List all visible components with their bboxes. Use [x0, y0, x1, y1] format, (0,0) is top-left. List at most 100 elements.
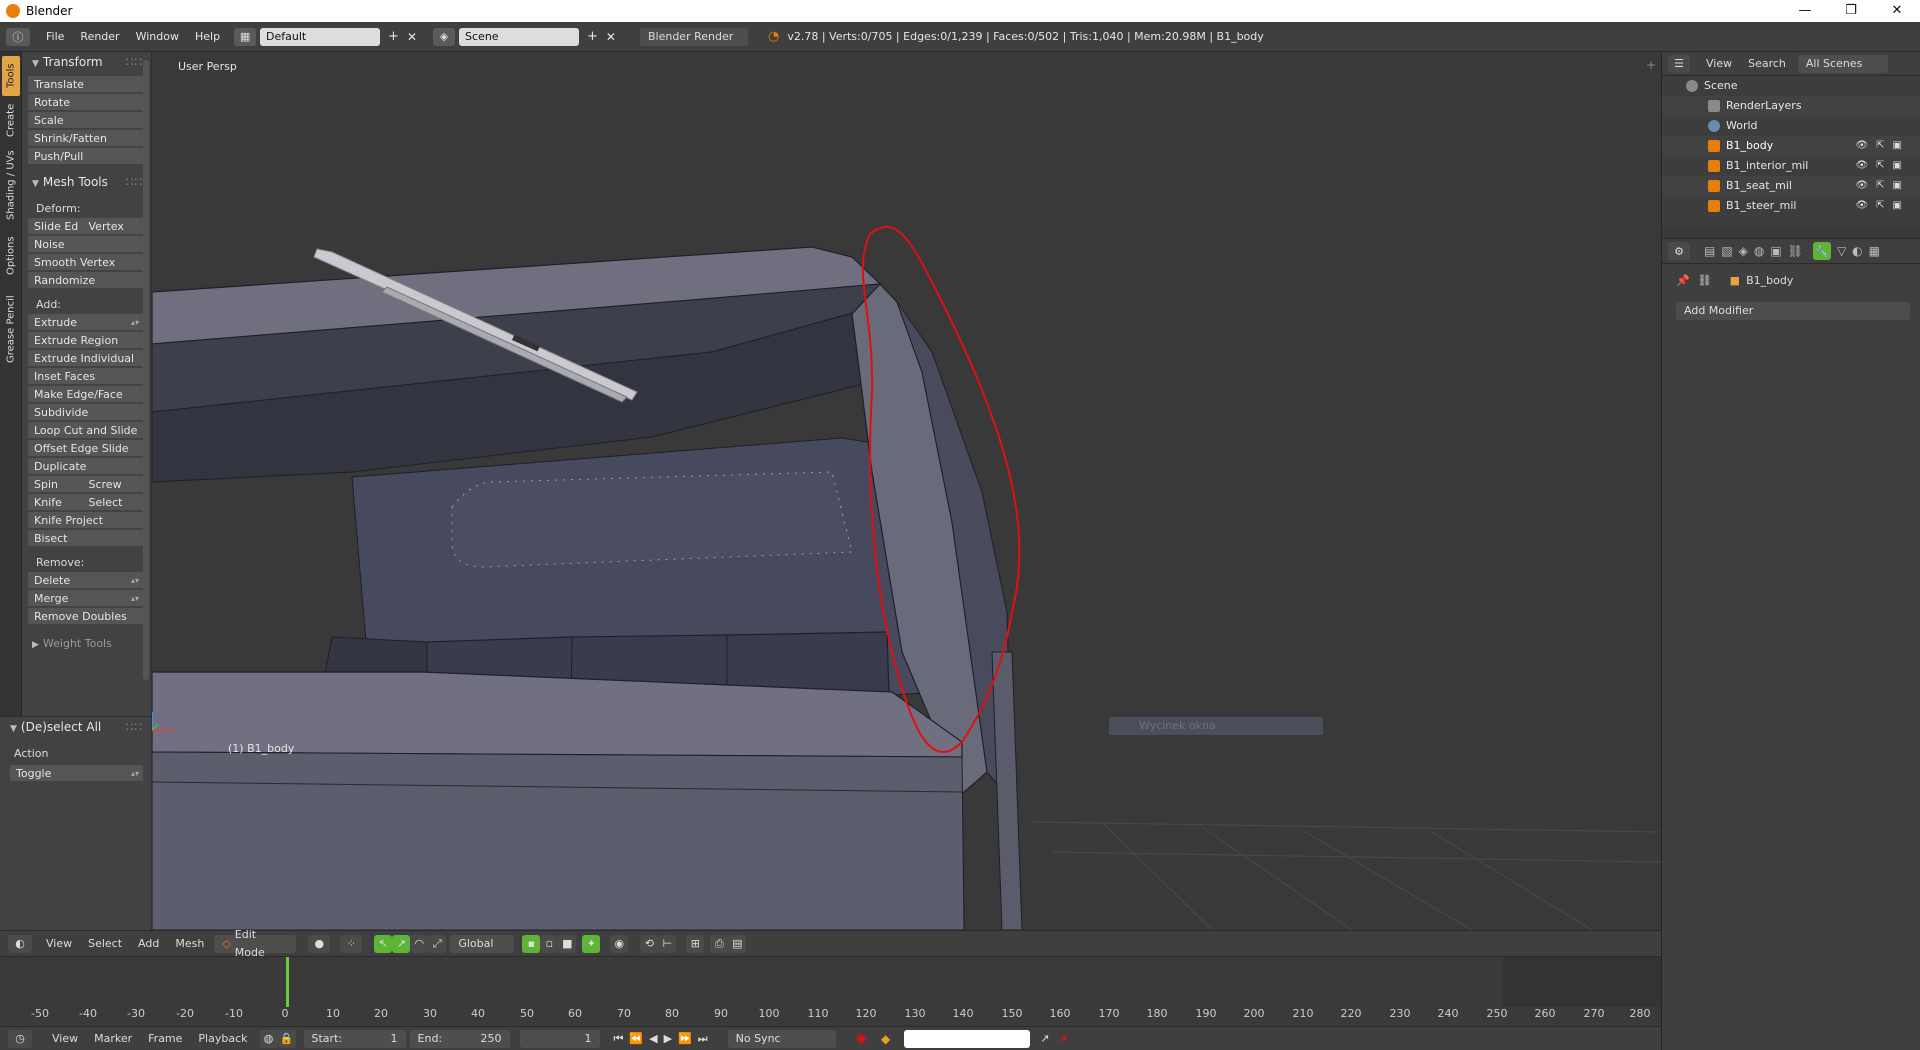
- snap-element-icon[interactable]: ⊢: [658, 934, 677, 953]
- rotate-manipulator-icon[interactable]: ◠: [410, 934, 429, 953]
- outliner-editor-icon[interactable]: ☰: [1668, 54, 1690, 73]
- menu-window[interactable]: Window: [128, 22, 187, 52]
- sync-mode-select[interactable]: No Sync: [727, 1029, 836, 1048]
- slide-edge-button[interactable]: Slide Ed: [34, 218, 89, 234]
- menu-mesh[interactable]: Mesh: [167, 929, 212, 959]
- tab-tools[interactable]: Tools: [2, 56, 20, 96]
- keyframe-icon[interactable]: ◆: [881, 1032, 890, 1046]
- menu-help[interactable]: Help: [187, 22, 228, 52]
- extrude-individual-button[interactable]: Extrude Individual: [28, 350, 143, 368]
- visibility-toggles[interactable]: 👁⇱▣: [1855, 176, 1910, 196]
- outliner-row-scene[interactable]: Scene: [1662, 76, 1920, 96]
- add-layout-icon[interactable]: +: [388, 29, 399, 44]
- maximize-button[interactable]: ❐: [1828, 0, 1874, 22]
- 3d-viewport[interactable]: User Persp (1) B1_body Wycinek okna +: [152, 52, 1662, 930]
- start-frame-field[interactable]: Start: 1: [303, 1029, 406, 1048]
- outliner-row-b1-interior[interactable]: B1_interior_mil 👁⇱▣: [1662, 156, 1920, 176]
- tab-options[interactable]: Options: [2, 228, 20, 284]
- edge-select-icon[interactable]: ▫: [540, 934, 559, 953]
- knife-select-button[interactable]: Select: [89, 494, 144, 510]
- screen-layout-icon[interactable]: ▦: [234, 27, 257, 46]
- outliner-row-renderlayers[interactable]: RenderLayers: [1662, 96, 1920, 116]
- proportional-edit-icon[interactable]: ◉: [610, 934, 629, 953]
- inset-faces-button[interactable]: Inset Faces: [28, 368, 143, 386]
- tab-shading-uvs[interactable]: Shading / UVs: [2, 144, 20, 226]
- snap-icon[interactable]: ⟲: [640, 934, 659, 953]
- extrude-region-button[interactable]: Extrude Region: [28, 332, 143, 350]
- scene-field[interactable]: Scene: [459, 27, 580, 46]
- add-modifier-select[interactable]: Add Modifier: [1676, 302, 1910, 320]
- bisect-button[interactable]: Bisect: [28, 530, 143, 548]
- menu-add[interactable]: Add: [130, 929, 167, 959]
- timeline-editor-icon[interactable]: ◷: [8, 1029, 32, 1048]
- tab-create[interactable]: Create: [2, 98, 20, 142]
- visibility-toggles[interactable]: 👁⇱▣: [1855, 136, 1910, 156]
- outliner-menu-view[interactable]: View: [1698, 49, 1740, 79]
- screen-layout-field[interactable]: Default: [260, 27, 381, 46]
- extrude-button[interactable]: Extrude ▴▾: [28, 314, 143, 332]
- vertical-area-divider[interactable]: [1661, 52, 1662, 1050]
- menu-view[interactable]: View: [38, 929, 80, 959]
- snap-target-icon[interactable]: ⊞: [686, 934, 705, 953]
- properties-context-tabs[interactable]: ▤▧◈◍▣⛓: [1704, 244, 1809, 258]
- delete-scene-icon[interactable]: ✕: [606, 30, 616, 44]
- outliner-row-b1-seat[interactable]: B1_seat_mil 👁⇱▣: [1662, 176, 1920, 196]
- limit-selection-icon[interactable]: ✦: [582, 934, 601, 953]
- mode-select[interactable]: ◇ Edit Mode: [214, 928, 297, 959]
- loop-cut-button[interactable]: Loop Cut and Slide: [28, 422, 143, 440]
- outliner-row-b1-steer[interactable]: B1_steer_mil 👁⇱▣: [1662, 196, 1920, 216]
- drag-grip-icon[interactable]: ∷∷: [126, 172, 143, 192]
- record-icon[interactable]: ◉: [856, 1031, 867, 1046]
- outliner-scrollbar-area[interactable]: [1662, 226, 1920, 238]
- transform-panel-header[interactable]: ▼ Transform ∷∷: [22, 52, 151, 72]
- add-scene-icon[interactable]: +: [587, 29, 598, 44]
- viewport-corner-plus-icon[interactable]: +: [1646, 58, 1656, 72]
- delete-key-icon[interactable]: ✗: [1059, 1032, 1068, 1045]
- current-frame-field[interactable]: 1: [519, 1029, 600, 1048]
- outliner-row-b1-body[interactable]: B1_body 👁⇱▣: [1662, 136, 1920, 156]
- properties-editor-icon[interactable]: ⚙: [1668, 242, 1690, 260]
- make-edge-face-button[interactable]: Make Edge/Face: [28, 386, 143, 404]
- translate-manipulator-icon[interactable]: ↗: [392, 934, 411, 953]
- keying-set-icon[interactable]: ◍: [259, 1029, 278, 1048]
- drag-grip-icon[interactable]: ∷∷: [126, 52, 143, 72]
- smooth-vertex-button[interactable]: Smooth Vertex: [28, 254, 143, 272]
- mesh-tools-panel-header[interactable]: ▼ Mesh Tools ∷∷: [22, 172, 151, 192]
- lock-icon[interactable]: 🔒: [277, 1029, 296, 1048]
- pivot-point-icon[interactable]: ⁘: [340, 934, 363, 953]
- noise-button[interactable]: Noise: [28, 236, 143, 254]
- render-engine-select[interactable]: Blender Render: [639, 27, 748, 46]
- delete-button[interactable]: Delete ▴▾: [28, 572, 143, 590]
- vertex-select-icon[interactable]: ▪: [522, 934, 541, 953]
- menu-file[interactable]: File: [38, 22, 72, 52]
- menu-playback[interactable]: Playback: [190, 1024, 255, 1050]
- menu-marker[interactable]: Marker: [86, 1024, 140, 1050]
- duplicate-button[interactable]: Duplicate: [28, 458, 143, 476]
- menu-timeline-view[interactable]: View: [44, 1024, 86, 1050]
- outliner-menu-search[interactable]: Search: [1740, 49, 1794, 79]
- close-button[interactable]: ✕: [1874, 0, 1920, 22]
- shrink-fatten-button[interactable]: Shrink/Fatten: [28, 130, 143, 148]
- action-select[interactable]: Toggle ▴▾: [10, 765, 143, 783]
- visibility-toggles[interactable]: 👁⇱▣: [1855, 196, 1910, 216]
- drag-grip-icon[interactable]: ∷∷: [126, 717, 143, 737]
- render-anim-icon[interactable]: ▤: [728, 934, 747, 953]
- pin-icon[interactable]: 📌: [1676, 274, 1690, 287]
- rotate-button[interactable]: Rotate: [28, 94, 143, 112]
- randomize-button[interactable]: Randomize: [28, 272, 143, 290]
- knife-project-button[interactable]: Knife Project: [28, 512, 143, 530]
- properties-context-tabs-right[interactable]: ▽◐▦: [1837, 244, 1886, 258]
- manipulator-toggle-icon[interactable]: ↖: [374, 934, 393, 953]
- face-select-icon[interactable]: ■: [558, 934, 577, 953]
- end-frame-field[interactable]: End: 250: [409, 1029, 510, 1048]
- current-frame-line[interactable]: [286, 957, 289, 1007]
- scale-manipulator-icon[interactable]: ⤢: [428, 934, 447, 953]
- playback-controls[interactable]: ⏮⏪◀▶⏩⏭: [614, 1032, 714, 1046]
- menu-frame[interactable]: Frame: [140, 1024, 190, 1050]
- knife-button[interactable]: Knife: [34, 494, 89, 510]
- operator-panel-header[interactable]: ▼ (De)select All ∷∷: [0, 717, 151, 737]
- outliner-row-world[interactable]: World: [1662, 116, 1920, 136]
- shading-solid-icon[interactable]: ●: [308, 934, 331, 953]
- push-pull-button[interactable]: Push/Pull: [28, 148, 143, 166]
- offset-edge-slide-button[interactable]: Offset Edge Slide: [28, 440, 143, 458]
